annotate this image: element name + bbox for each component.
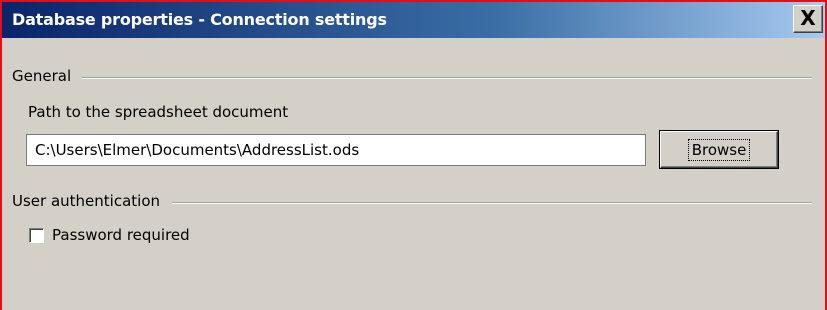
user-authentication-section-label: User authentication bbox=[12, 192, 167, 210]
browse-button[interactable]: Browse bbox=[660, 131, 778, 168]
title-bar: Database properties - Connection setting… bbox=[2, 2, 825, 38]
connection-settings-dialog: Database properties - Connection setting… bbox=[0, 0, 827, 310]
path-input[interactable] bbox=[26, 134, 646, 166]
browse-button-label: Browse bbox=[687, 138, 751, 161]
password-required-checkbox[interactable] bbox=[29, 228, 44, 243]
general-separator bbox=[82, 77, 812, 79]
dialog-title: Database properties - Connection setting… bbox=[12, 10, 387, 29]
path-label: Path to the spreadsheet document bbox=[28, 103, 289, 121]
general-section-label: General bbox=[12, 67, 78, 85]
close-icon: X bbox=[800, 6, 816, 30]
password-required-label[interactable]: Password required bbox=[52, 226, 190, 244]
user-authentication-separator bbox=[172, 202, 812, 204]
close-button[interactable]: X bbox=[793, 5, 823, 33]
